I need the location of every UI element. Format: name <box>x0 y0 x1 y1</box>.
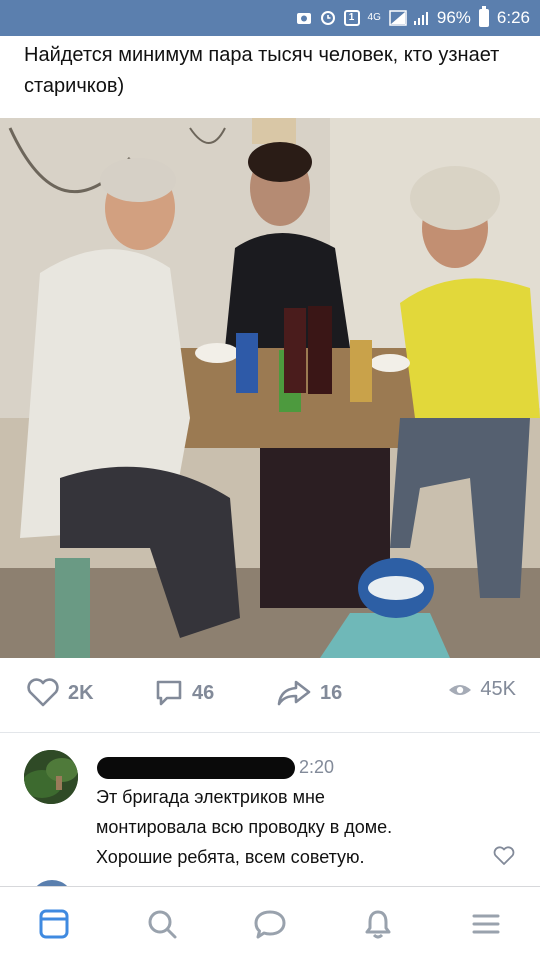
eye-icon <box>449 684 472 695</box>
battery-icon <box>478 6 489 27</box>
post-photo[interactable] <box>0 118 540 658</box>
news-icon[interactable] <box>36 906 72 942</box>
comment-author-redacted <box>97 757 295 779</box>
bars-icon <box>413 10 429 26</box>
views-count: 45K <box>480 678 516 700</box>
comment-like-button[interactable] <box>493 846 515 871</box>
likes-count: 2K <box>68 681 94 704</box>
post-text: Найдется минимум пара тысяч человек, кто… <box>24 44 500 97</box>
comments-count: 46 <box>192 681 215 704</box>
post-actions: 2K 46 16 45K <box>0 668 540 724</box>
messages-icon[interactable] <box>252 906 288 942</box>
notifications-icon[interactable] <box>360 906 396 942</box>
status-bar: 1 4G 96% 6:26 <box>0 0 540 36</box>
like-button[interactable]: 2K <box>26 678 94 708</box>
avatar[interactable] <box>24 750 78 804</box>
heart-icon <box>27 678 59 707</box>
comment-line: Эт бригада электриков мне <box>96 787 325 807</box>
battery-percent: 96% <box>436 8 471 27</box>
views-counter: 45K <box>448 678 516 701</box>
photo-icon <box>296 10 312 26</box>
sim-icon: 1 <box>343 10 360 26</box>
avatar-image <box>24 750 78 804</box>
comment-line: Хорошие ребята, всем советую. <box>96 847 365 867</box>
shares-count: 16 <box>320 681 343 704</box>
signal-icon <box>389 10 407 26</box>
divider <box>0 732 540 733</box>
clock: 6:26 <box>496 8 530 27</box>
share-button[interactable]: 16 <box>276 678 342 708</box>
alarm-icon <box>320 10 336 26</box>
comment-item: 2:20 Эт бригада электриков мне монтирова… <box>0 740 540 880</box>
network-icon: 4G <box>367 12 381 23</box>
photo-illustration <box>0 118 540 658</box>
search-icon[interactable] <box>144 906 180 942</box>
comment-line: монтировала всю проводку в доме. <box>96 817 393 837</box>
menu-icon[interactable] <box>468 906 504 942</box>
comment-text: Эт бригада электриков мне монтировала вс… <box>96 782 496 872</box>
share-icon <box>277 680 311 706</box>
comment-time: 2:20 <box>299 757 335 777</box>
bottom-nav <box>0 886 540 960</box>
heart-icon <box>493 846 515 865</box>
comment-icon <box>156 680 182 706</box>
comment-button[interactable]: 46 <box>154 678 214 708</box>
